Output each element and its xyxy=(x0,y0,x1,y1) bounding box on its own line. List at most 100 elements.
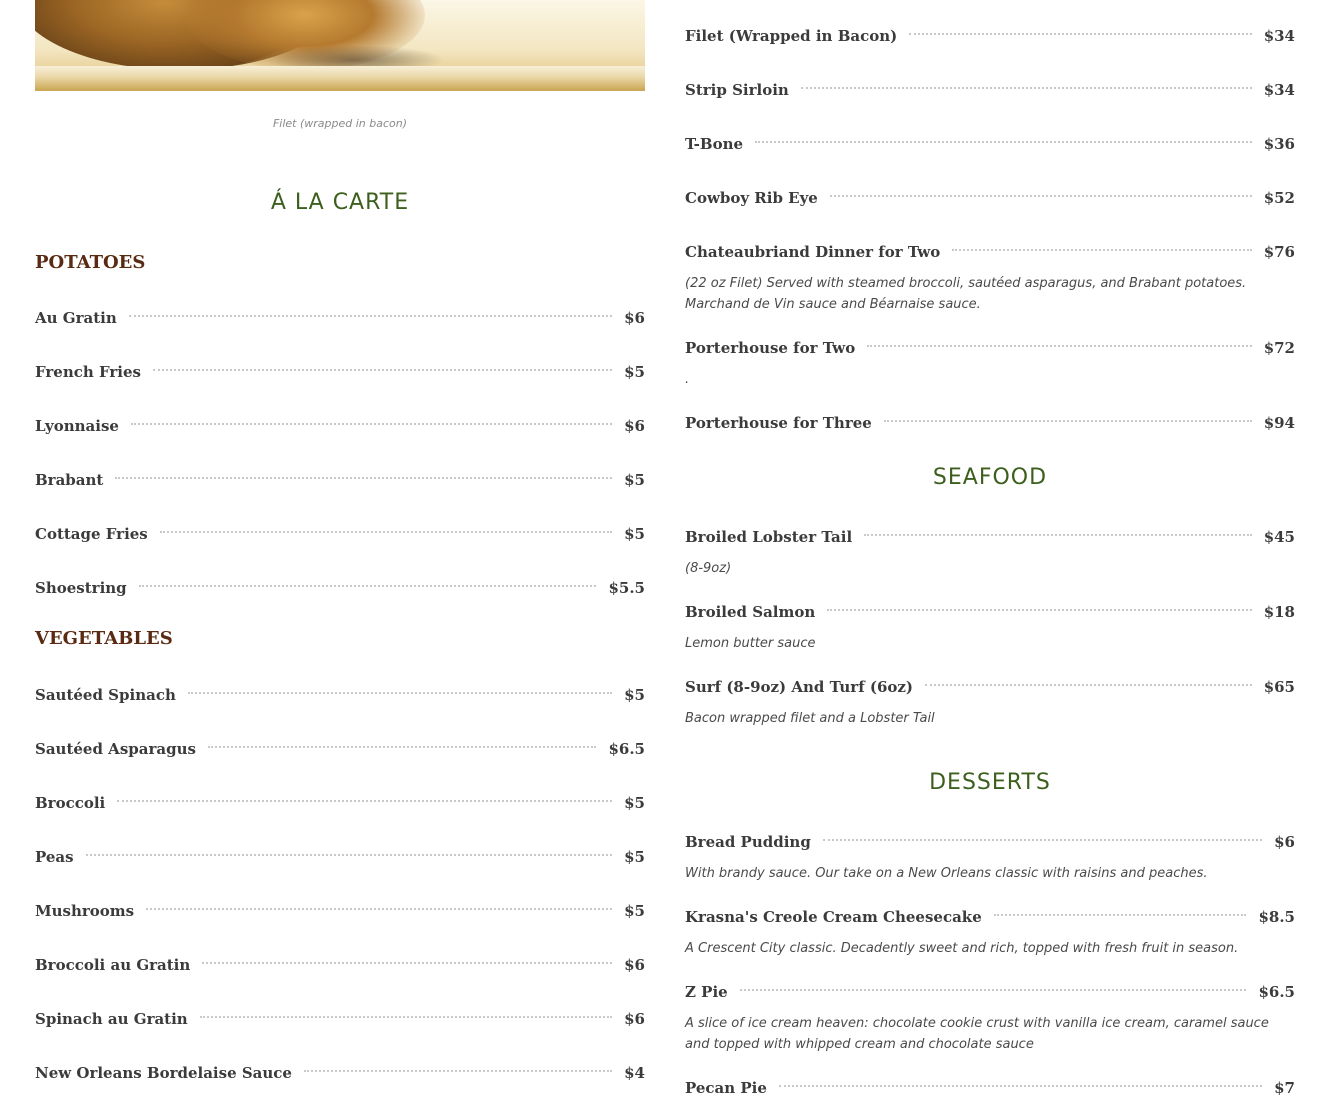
item-name: Cottage Fries xyxy=(35,525,148,543)
seafood-title: SEAFOOD xyxy=(932,465,1048,490)
dotted-leader xyxy=(864,534,1252,536)
item-name: French Fries xyxy=(35,363,141,381)
item-name: Bread Pudding xyxy=(685,833,811,851)
dotted-leader xyxy=(138,585,597,587)
menu-item: Strip Sirloin $34 xyxy=(685,79,1295,101)
item-price: $6.5 xyxy=(608,740,645,758)
menu-item: Pecan Pie $7 xyxy=(685,1077,1295,1099)
item-name: Broiled Lobster Tail xyxy=(685,528,853,546)
item-price: $5 xyxy=(624,686,645,704)
dotted-leader xyxy=(152,369,613,371)
item-name: Krasna's Creole Cream Cheesecake xyxy=(685,908,982,926)
item-price: $6.5 xyxy=(1258,983,1295,1001)
dotted-leader xyxy=(115,477,613,479)
item-price: $6 xyxy=(624,309,645,327)
item-name: Lyonnaise xyxy=(35,417,119,435)
item-name: Broiled Salmon xyxy=(685,603,816,621)
item-price: $5 xyxy=(624,794,645,812)
dotted-leader xyxy=(867,345,1252,347)
item-description: Lemon butter sauce xyxy=(685,636,816,651)
item-price: $52 xyxy=(1263,189,1295,207)
item-name: Pecan Pie xyxy=(685,1079,767,1097)
menu-item: French Fries $5 xyxy=(35,361,645,383)
item-description: A Crescent City classic. Decadently swee… xyxy=(685,941,1239,956)
dotted-leader xyxy=(187,692,613,694)
menu-item: Porterhouse for Two $72 xyxy=(685,337,1295,359)
item-description: (22 oz Filet) Served with steamed brocco… xyxy=(685,276,1247,312)
dotted-leader xyxy=(778,1085,1263,1087)
menu-item: Sautéed Asparagus $6.5 xyxy=(35,738,645,760)
menu-item: Cottage Fries $5 xyxy=(35,523,645,545)
item-name: Strip Sirloin xyxy=(685,81,789,99)
menu-item: Broccoli au Gratin $6 xyxy=(35,954,645,976)
dotted-leader xyxy=(952,249,1252,251)
item-name: Sautéed Spinach xyxy=(35,686,176,704)
dotted-leader xyxy=(202,962,613,964)
filet-photo xyxy=(35,0,645,91)
dotted-leader xyxy=(993,914,1247,916)
item-name: Broccoli xyxy=(35,794,106,812)
dotted-leader xyxy=(207,746,597,748)
item-name: Brabant xyxy=(35,471,104,489)
item-price: $65 xyxy=(1263,678,1295,696)
menu-item: Surf (8-9oz) And Turf (6oz) $65 xyxy=(685,676,1295,698)
item-price: $45 xyxy=(1263,528,1295,546)
item-name: Cowboy Rib Eye xyxy=(685,189,818,207)
item-description: (8-9oz) xyxy=(685,561,732,576)
dotted-leader xyxy=(146,908,613,910)
item-price: $5 xyxy=(624,902,645,920)
menu-item: T-Bone $36 xyxy=(685,133,1295,155)
menu-item: Broccoli $5 xyxy=(35,792,645,814)
menu-item: Cowboy Rib Eye $52 xyxy=(685,187,1295,209)
dotted-leader xyxy=(755,141,1252,143)
item-name: New Orleans Bordelaise Sauce xyxy=(35,1064,292,1082)
menu-item: New Orleans Bordelaise Sauce $4 xyxy=(35,1062,645,1084)
item-price: $72 xyxy=(1263,339,1295,357)
item-price: $7 xyxy=(1274,1079,1295,1097)
item-name: Chateaubriand Dinner for Two xyxy=(685,243,941,261)
dotted-leader xyxy=(199,1016,613,1018)
dotted-leader xyxy=(883,420,1252,422)
dotted-leader xyxy=(800,87,1252,89)
dotted-leader xyxy=(130,423,613,425)
dotted-leader xyxy=(827,609,1252,611)
item-name: Broccoli au Gratin xyxy=(35,956,191,974)
item-price: $6 xyxy=(624,956,645,974)
desserts-title: DESSERTS xyxy=(929,770,1051,795)
item-price: $76 xyxy=(1263,243,1295,261)
item-price: $18 xyxy=(1263,603,1295,621)
menu-item: Shoestring $5.5 xyxy=(35,577,645,599)
menu-item: Porterhouse for Three $94 xyxy=(685,412,1295,434)
dotted-leader xyxy=(925,684,1252,686)
item-description: A slice of ice cream heaven: chocolate c… xyxy=(685,1016,1269,1052)
menu-item: Peas $5 xyxy=(35,846,645,868)
item-name: Sautéed Asparagus xyxy=(35,740,196,758)
item-name: Spinach au Gratin xyxy=(35,1010,188,1028)
menu-item: Lyonnaise $6 xyxy=(35,415,645,437)
menu-item: Au Gratin $6 xyxy=(35,307,645,329)
item-description: Bacon wrapped filet and a Lobster Tail xyxy=(685,711,935,726)
item-name: Porterhouse for Two xyxy=(685,339,856,357)
item-price: $94 xyxy=(1263,414,1295,432)
item-price: $36 xyxy=(1263,135,1295,153)
menu-item: Z Pie $6.5 xyxy=(685,981,1295,1003)
menu-item: Bread Pudding $6 xyxy=(685,831,1295,853)
item-name: Porterhouse for Three xyxy=(685,414,872,432)
item-name: Filet (Wrapped in Bacon) xyxy=(685,27,898,45)
menu-item: Brabant $5 xyxy=(35,469,645,491)
dotted-leader xyxy=(128,315,613,317)
item-description: . xyxy=(685,372,690,387)
menu-item: Sautéed Spinach $5 xyxy=(35,684,645,706)
menu-item: Spinach au Gratin $6 xyxy=(35,1008,645,1030)
item-price: $8.5 xyxy=(1258,908,1295,926)
dotted-leader xyxy=(822,839,1263,841)
dotted-leader xyxy=(739,989,1247,991)
potatoes-heading: POTATOES xyxy=(35,252,146,273)
item-price: $4 xyxy=(624,1064,645,1082)
menu-item: Krasna's Creole Cream Cheesecake $8.5 xyxy=(685,906,1295,928)
item-price: $5 xyxy=(624,848,645,866)
photo-caption: Filet (wrapped in bacon) xyxy=(272,117,408,130)
menu-item: Chateaubriand Dinner for Two $76 xyxy=(685,241,1295,263)
a-la-carte-title: Á LA CARTE xyxy=(270,190,410,215)
menu-item: Broiled Lobster Tail $45 xyxy=(685,526,1295,548)
